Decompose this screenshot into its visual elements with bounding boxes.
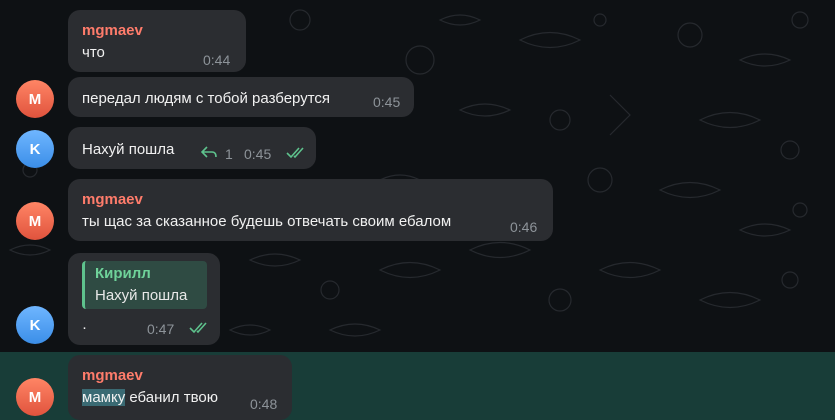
sender-name[interactable]: mgmaev: [82, 22, 143, 39]
reply-text: Нахуй пошла: [95, 287, 188, 304]
message-text: передал людям с тобой разберутся: [82, 90, 331, 107]
message-time: 0:44: [203, 52, 231, 68]
double-check-icon: [189, 322, 207, 334]
sender-name[interactable]: mgmaev: [82, 367, 143, 384]
highlighted-word: мамку: [82, 389, 126, 406]
message-time: 0:46: [510, 219, 538, 235]
message-bubble[interactable]: mgmaev ты щас за сказанное будешь отвеча…: [68, 179, 553, 241]
reply-sender-name: Кирилл: [95, 265, 151, 282]
message-text: Нахуй пошла: [82, 141, 175, 158]
message-text: мамку ебанил твою: [82, 389, 218, 406]
sender-name[interactable]: mgmaev: [82, 191, 143, 208]
avatar[interactable]: K: [16, 130, 54, 168]
message-text: ·: [82, 319, 87, 336]
message-text-rest: ебанил твою: [125, 389, 218, 406]
message-time: 0:45: [373, 94, 401, 110]
double-check-icon: [286, 147, 304, 159]
message-time: 0:45: [244, 146, 272, 162]
message-time: 0:47: [147, 321, 175, 337]
reply-arrow-icon[interactable]: [201, 145, 217, 159]
avatar[interactable]: M: [16, 202, 54, 240]
avatar[interactable]: M: [16, 80, 54, 118]
reply-quote[interactable]: Кирилл Нахуй пошла: [82, 261, 207, 309]
message-bubble[interactable]: Кирилл Нахуй пошла · 0:47: [68, 253, 220, 345]
message-bubble[interactable]: mgmaev что 0:44: [68, 10, 246, 72]
reply-count[interactable]: 1: [225, 146, 233, 162]
message-text: ты щас за сказанное будешь отвечать свои…: [82, 213, 452, 230]
avatar[interactable]: K: [16, 306, 54, 344]
message-bubble[interactable]: mgmaev мамку ебанил твою 0:48: [68, 355, 292, 420]
message-time: 0:48: [250, 396, 278, 412]
message-bubble[interactable]: передал людям с тобой разберутся 0:45: [68, 77, 414, 117]
message-bubble[interactable]: Нахуй пошла 1 0:45: [68, 127, 316, 169]
avatar[interactable]: M: [16, 378, 54, 416]
message-text: что: [82, 44, 105, 61]
